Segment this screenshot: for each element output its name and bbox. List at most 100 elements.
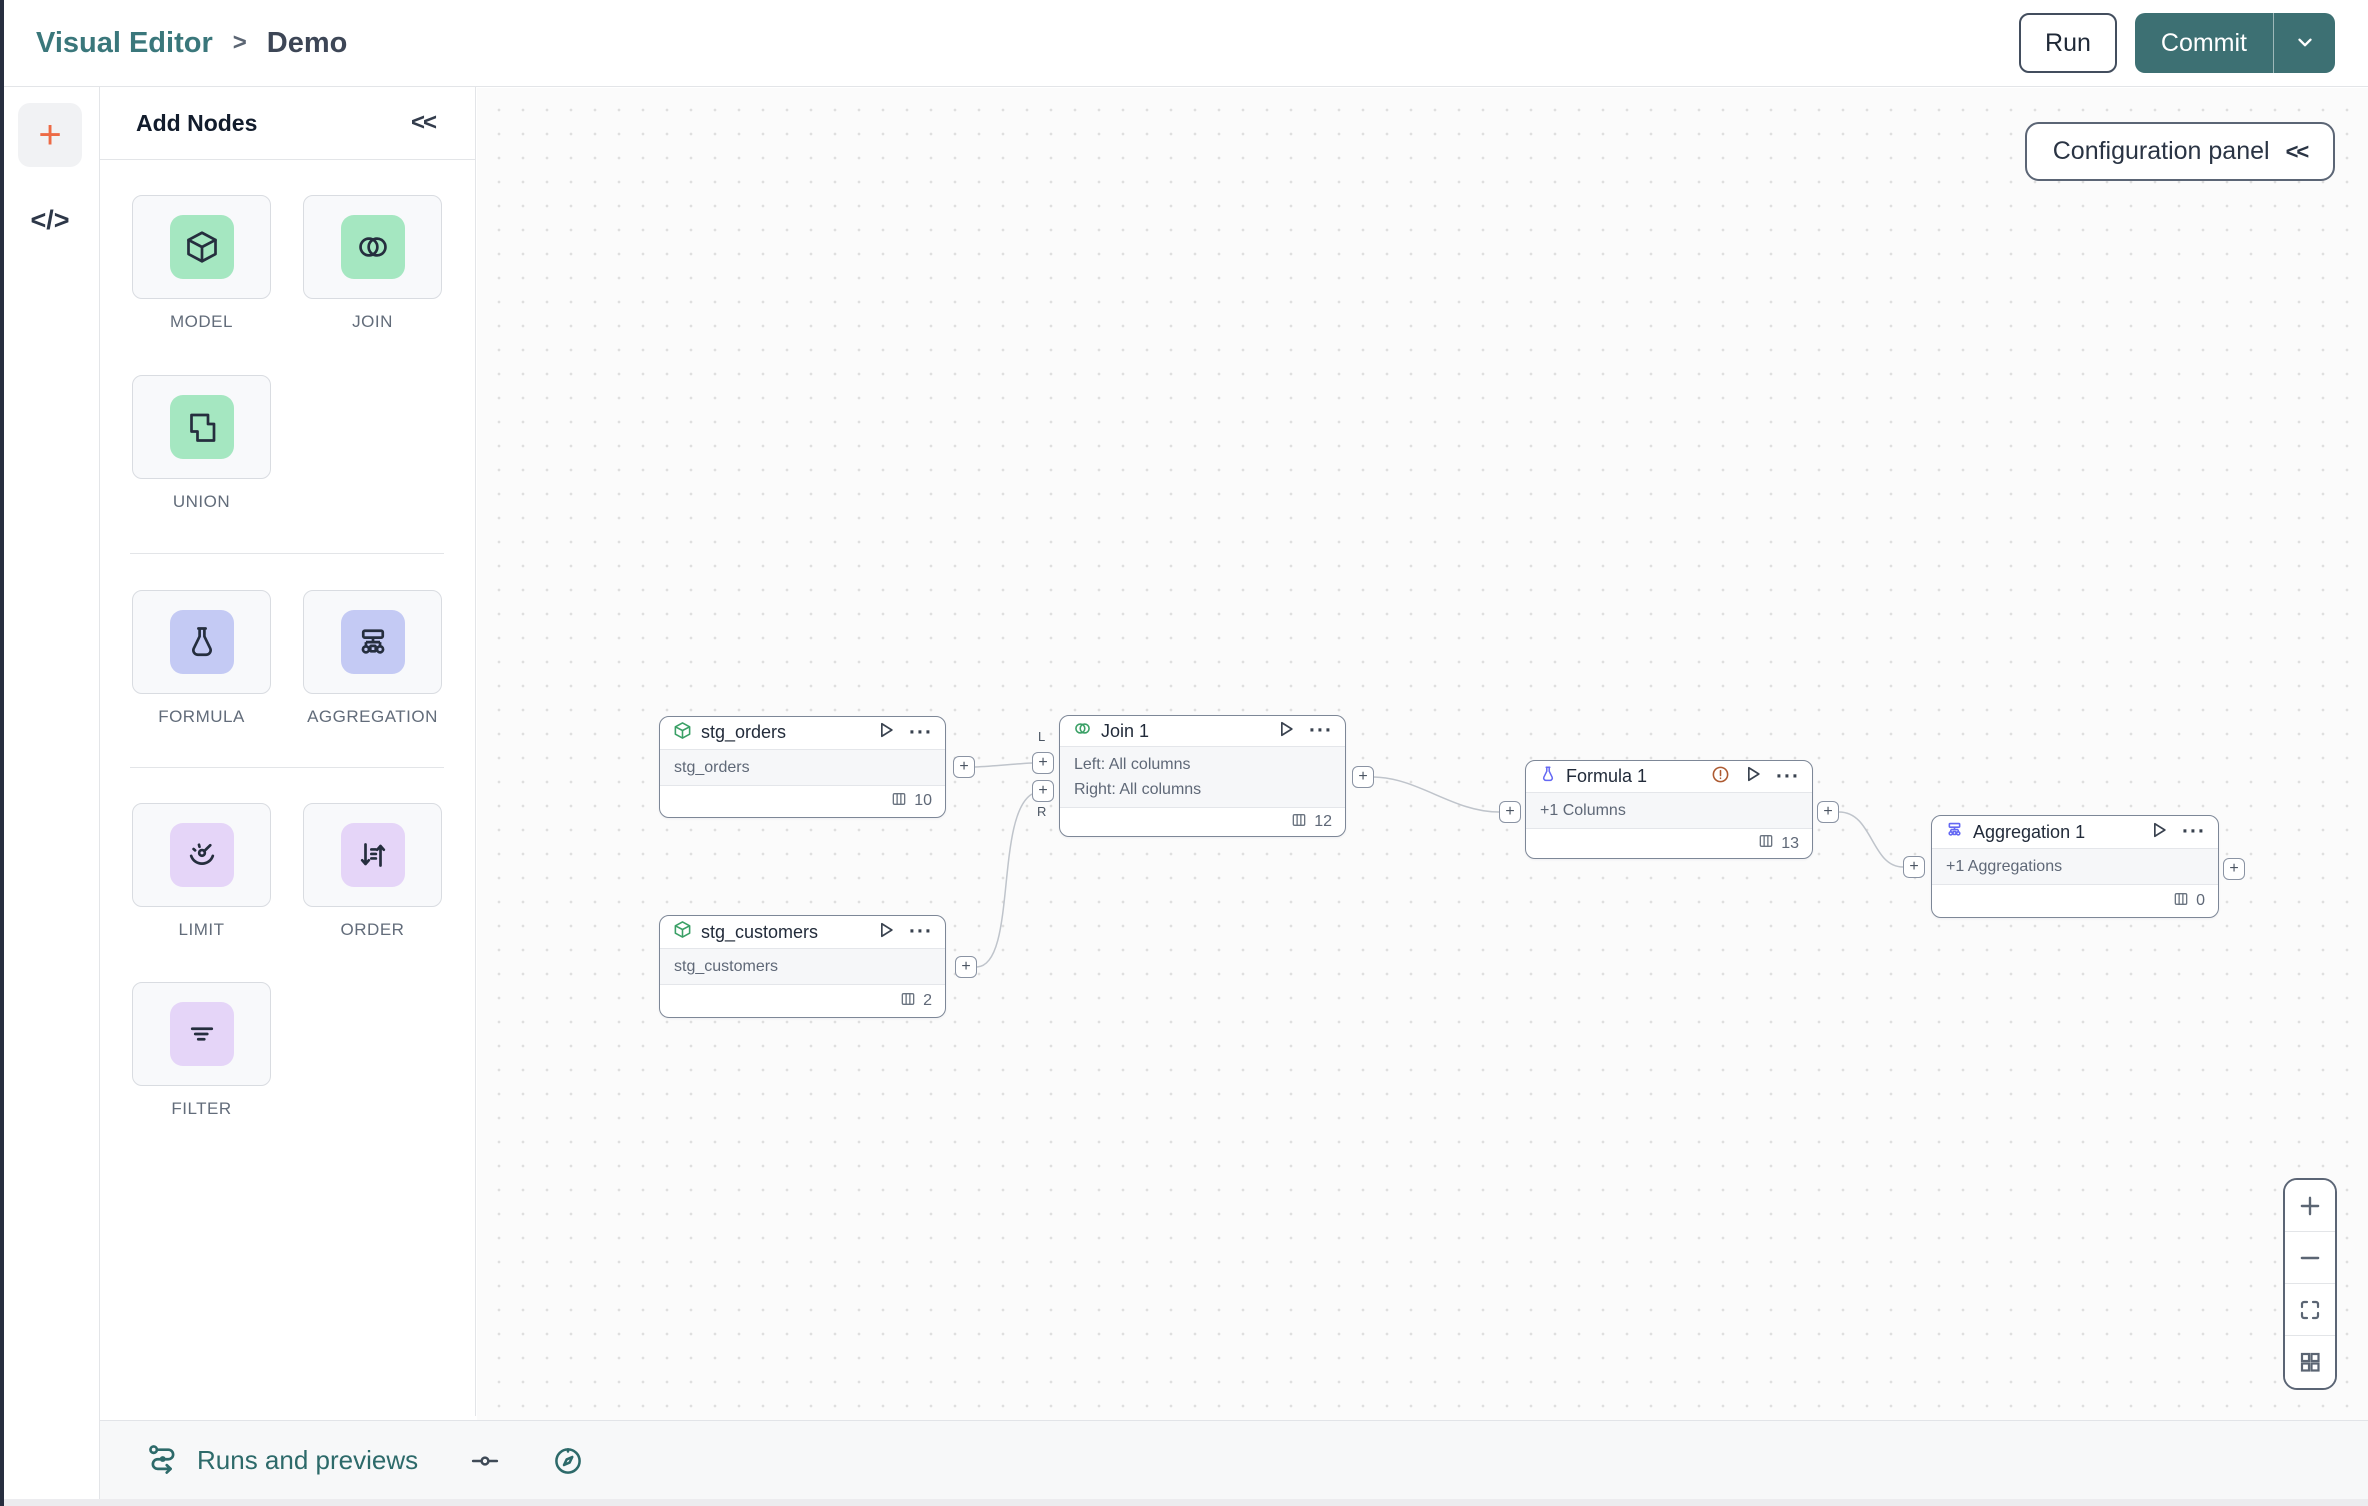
- join-venn-icon: [340, 215, 405, 279]
- commit-split-button: Commit: [2134, 13, 2335, 73]
- node-join-1[interactable]: Join 1 ··· Left: All columns Right: All …: [1059, 715, 1346, 837]
- node-menu-icon[interactable]: ···: [2182, 821, 2206, 842]
- tile-label: MODEL: [170, 312, 233, 331]
- canvas-controls: [2283, 1178, 2337, 1390]
- run-node-icon[interactable]: [876, 720, 896, 745]
- window-bottom-edge: [0, 1499, 2368, 1506]
- connector-add-button[interactable]: +: [1352, 766, 1374, 788]
- connector-add-button[interactable]: +: [2223, 858, 2245, 880]
- port-label-left: L: [1038, 729, 1046, 744]
- runs-and-previews-button[interactable]: Runs and previews: [146, 1443, 418, 1478]
- tile-label: LIMIT: [178, 920, 225, 939]
- code-view-button[interactable]: </>: [0, 195, 100, 245]
- add-nodes-rail-button[interactable]: +: [18, 103, 82, 167]
- aggregation-tree-icon: [340, 610, 405, 674]
- columns-icon: [2173, 891, 2189, 912]
- top-bar: Visual Editor > Demo Run Commit: [0, 0, 2368, 87]
- node-tile-union[interactable]: UNION: [132, 375, 271, 512]
- edge: [976, 793, 1033, 968]
- node-tile-filter[interactable]: FILTER: [132, 982, 271, 1119]
- panel-divider: [130, 767, 444, 768]
- runs-route-icon: [146, 1443, 180, 1478]
- node-stg-customers[interactable]: stg_customers ··· stg_customers 2: [659, 915, 946, 1018]
- node-tile-model[interactable]: MODEL: [132, 195, 271, 332]
- column-count: 0: [2196, 892, 2205, 910]
- zoom-in-button[interactable]: [2285, 1180, 2335, 1232]
- tile-label: FORMULA: [158, 707, 245, 726]
- column-count: 12: [1314, 813, 1332, 831]
- tile-label: JOIN: [352, 312, 393, 331]
- node-tile-formula[interactable]: FORMULA: [132, 590, 271, 727]
- fit-view-button[interactable]: [2285, 1284, 2335, 1336]
- visual-editor-app: Visual Editor > Demo Run Commit + </> Ad…: [0, 0, 2368, 1506]
- column-count: 2: [923, 992, 932, 1009]
- node-menu-icon[interactable]: ···: [909, 921, 933, 942]
- runs-and-previews-label: Runs and previews: [197, 1445, 419, 1475]
- panel-divider: [130, 553, 444, 554]
- commit-marker-icon[interactable]: [470, 1446, 500, 1476]
- run-node-icon[interactable]: [876, 920, 896, 945]
- model-cube-icon: [169, 215, 234, 279]
- zoom-out-button[interactable]: [2285, 1232, 2335, 1284]
- edge: [974, 762, 1033, 768]
- node-tile-join[interactable]: JOIN: [303, 195, 442, 332]
- add-nodes-header: Add Nodes <<: [100, 87, 475, 160]
- node-formula-1[interactable]: Formula 1 ··· +1 Columns 13: [1525, 760, 1813, 859]
- node-tile-order[interactable]: ORDER: [303, 803, 442, 940]
- node-subtitle: stg_customers: [674, 958, 779, 975]
- edge: [1838, 811, 1904, 868]
- node-stg-orders[interactable]: stg_orders ··· stg_orders 10: [659, 716, 946, 818]
- bottom-bar: Runs and previews: [100, 1420, 2368, 1500]
- connector-add-button[interactable]: +: [953, 756, 975, 778]
- join-right-input-port[interactable]: +: [1032, 780, 1054, 802]
- node-subtitle: +1 Columns: [1540, 802, 1626, 820]
- node-tile-aggregation[interactable]: AGGREGATION: [303, 590, 442, 727]
- connector-add-button[interactable]: +: [1499, 801, 1521, 823]
- node-title: stg_orders: [701, 722, 787, 743]
- node-title: Join 1: [1101, 720, 1150, 741]
- port-label-right: R: [1037, 804, 1047, 819]
- connector-add-button[interactable]: +: [1903, 856, 1925, 878]
- order-sort-icon: [340, 823, 405, 887]
- node-menu-icon[interactable]: ···: [909, 722, 933, 743]
- compass-icon[interactable]: [552, 1445, 584, 1477]
- run-node-icon[interactable]: [1276, 719, 1296, 744]
- connector-add-button[interactable]: +: [1817, 801, 1839, 823]
- flow-canvas[interactable]: Configuration panel << stg_orders ··· st…: [477, 88, 2368, 1420]
- filter-lines-icon: [169, 1002, 234, 1066]
- collapse-panel-icon[interactable]: <<: [411, 109, 437, 137]
- node-tile-limit[interactable]: LIMIT: [132, 803, 271, 940]
- node-aggregation-1[interactable]: Aggregation 1 ··· +1 Aggregations 0: [1931, 815, 2219, 918]
- tile-label: ORDER: [340, 920, 405, 939]
- aggregation-tree-icon: [1945, 820, 1964, 844]
- node-title: Formula 1: [1566, 766, 1648, 787]
- node-menu-icon[interactable]: ···: [1776, 766, 1800, 787]
- formula-flask-icon: [169, 610, 234, 674]
- join-left-input-port[interactable]: +: [1032, 752, 1054, 774]
- tile-label: AGGREGATION: [307, 707, 438, 726]
- node-subtitle: stg_orders: [674, 758, 750, 776]
- configuration-panel-label: Configuration panel: [2052, 137, 2270, 165]
- formula-flask-icon: [1539, 765, 1557, 788]
- union-shapes-icon: [169, 395, 234, 459]
- columns-icon: [891, 791, 907, 812]
- model-cube-icon: [673, 920, 692, 944]
- configuration-panel-toggle[interactable]: Configuration panel <<: [2025, 122, 2335, 181]
- commit-button[interactable]: Commit: [2134, 13, 2273, 73]
- tile-label: FILTER: [171, 1099, 232, 1118]
- auto-layout-button[interactable]: [2285, 1336, 2335, 1388]
- column-count: 10: [914, 792, 932, 810]
- run-node-icon[interactable]: [2149, 820, 2169, 845]
- commit-dropdown-button[interactable]: [2273, 13, 2335, 73]
- chevron-down-icon: [2294, 31, 2316, 56]
- node-title: Aggregation 1: [1973, 821, 2086, 842]
- run-node-icon[interactable]: [1743, 764, 1763, 789]
- join-venn-icon: [1073, 719, 1092, 743]
- collapse-config-icon: <<: [2285, 138, 2310, 164]
- node-menu-icon[interactable]: ···: [1309, 720, 1333, 741]
- run-button[interactable]: Run: [2019, 13, 2117, 73]
- connector-add-button[interactable]: +: [955, 956, 977, 978]
- model-cube-icon: [673, 721, 692, 745]
- breadcrumb-app-link[interactable]: Visual Editor: [36, 27, 213, 60]
- add-nodes-panel: Add Nodes << MODEL JOIN UNION FORMULA AG…: [100, 87, 476, 1416]
